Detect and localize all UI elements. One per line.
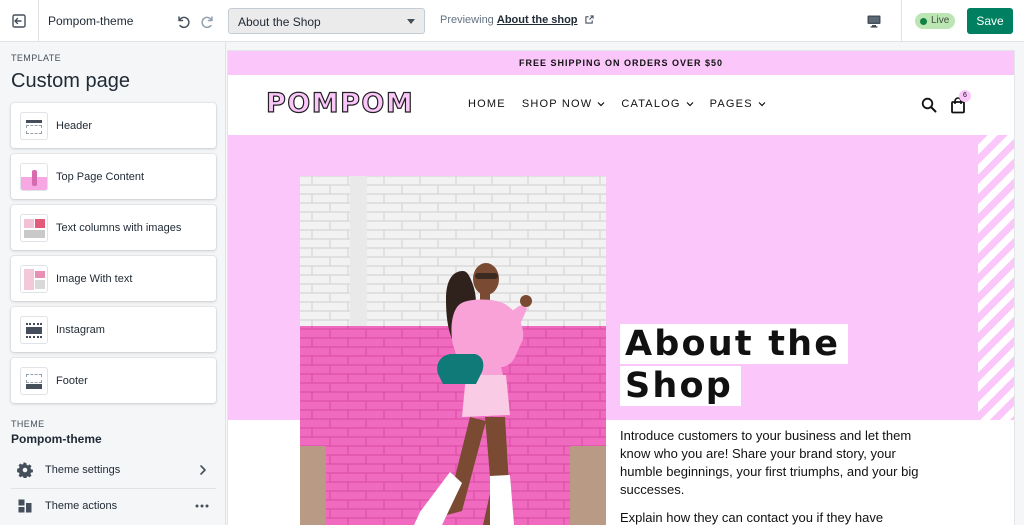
external-link-icon[interactable] <box>584 15 594 24</box>
footer-layout-icon <box>20 366 48 395</box>
section-card-image-with-text[interactable]: Image With text <box>11 256 216 301</box>
preview-prefix: Previewing <box>440 14 494 26</box>
theme-settings-row[interactable]: Theme settings <box>11 454 216 486</box>
theme-actions-row[interactable]: Theme actions <box>11 490 216 522</box>
header-layout-icon <box>20 111 48 140</box>
section-card-footer[interactable]: Footer <box>11 358 216 403</box>
exit-icon <box>12 13 26 28</box>
woman-pink-wall-illustration <box>300 176 606 525</box>
gear-icon <box>17 462 33 478</box>
about-title-line1: About the <box>620 324 849 364</box>
about-title-line2: Shop <box>620 366 742 406</box>
chevron-down-icon <box>758 102 766 107</box>
more-horizontal-icon[interactable] <box>194 499 210 513</box>
nav-label: HOME <box>468 98 506 110</box>
page-title: Custom page <box>11 70 130 92</box>
nav-label: SHOP NOW <box>521 98 593 110</box>
section-card-label: Text columns with images <box>56 221 182 234</box>
section-card-label: Footer <box>56 374 88 387</box>
nav-item-catalog[interactable]: CATALOG <box>621 98 694 110</box>
preview-indicator: Previewing About the shop <box>440 14 594 26</box>
redo-icon <box>201 16 213 29</box>
theme-actions-icon <box>18 499 32 513</box>
status-dot-icon <box>920 17 927 25</box>
search-icon <box>921 97 937 113</box>
collage-thumbnail-icon <box>20 213 48 242</box>
sidebar-divider <box>11 488 216 489</box>
section-card-label: Instagram <box>56 323 105 336</box>
grid-layout-icon <box>20 315 48 344</box>
section-card-label: Top Page Content <box>56 170 145 183</box>
undo-button[interactable] <box>173 11 193 31</box>
chevron-down-icon <box>597 102 605 107</box>
chevron-right-icon <box>200 465 206 475</box>
store-logo[interactable]: POMPOM <box>265 87 414 119</box>
section-card-label: Image With text <box>56 272 133 285</box>
theme-settings-label: Theme settings <box>45 464 121 476</box>
nav-label: PAGES <box>709 98 753 110</box>
nav-item-shop-now[interactable]: SHOP NOW <box>522 98 606 110</box>
hero-stripes-decoration <box>978 135 1014 420</box>
redo-button[interactable] <box>198 11 218 31</box>
store-cart-button[interactable]: 6 <box>950 90 971 119</box>
section-card-label: Header <box>56 119 93 132</box>
nav-item-pages[interactable]: PAGES <box>710 98 766 110</box>
page-template-select-value: About the Shop <box>238 15 321 29</box>
store-header: POMPOM HOME SHOP NOW CATALOG PAGES 6 <box>228 75 1014 135</box>
storefront-preview: FREE SHIPPING ON ORDERS OVER $50 POMPOM … <box>228 51 1014 525</box>
live-status-badge: Live <box>915 13 956 29</box>
section-card-header[interactable]: Header <box>11 103 216 148</box>
desktop-view-button[interactable] <box>864 11 884 31</box>
store-search-button[interactable] <box>921 97 937 118</box>
section-card-instagram[interactable]: Instagram <box>11 307 216 352</box>
pink-photo-thumbnail-icon <box>20 162 48 191</box>
sidebar-theme-name: Pompom-theme <box>11 432 102 446</box>
live-status-label: Live <box>931 15 950 26</box>
page-template-select[interactable]: About the Shop <box>228 8 425 34</box>
announcement-bar: FREE SHIPPING ON ORDERS OVER $50 <box>228 51 1014 75</box>
nav-item-home[interactable]: HOME <box>468 98 506 110</box>
preview-page-link[interactable]: About the shop <box>497 14 578 26</box>
about-paragraph-1: Introduce customers to your business and… <box>620 428 919 497</box>
template-section-label: TEMPLATE <box>11 53 62 63</box>
image-text-thumbnail-icon <box>20 264 48 293</box>
about-hero: About the Shop Introduce customers to yo… <box>228 135 1014 525</box>
hero-photo <box>300 176 606 525</box>
exit-button[interactable] <box>0 0 39 41</box>
section-card-top-page-content[interactable]: Top Page Content <box>11 154 216 199</box>
editor-topbar: Pompom-theme About the Shop Previewing A… <box>0 0 1024 42</box>
store-nav: HOME SHOP NOW CATALOG PAGES <box>468 98 782 110</box>
theme-actions-label: Theme actions <box>45 500 118 512</box>
desktop-icon <box>867 15 881 28</box>
about-title: About the Shop <box>620 323 849 407</box>
cart-count-badge: 6 <box>959 90 971 102</box>
topbar-divider <box>901 0 902 41</box>
section-card-text-columns[interactable]: Text columns with images <box>11 205 216 250</box>
chevron-down-icon <box>407 19 415 24</box>
chevron-down-icon <box>686 102 694 107</box>
save-button[interactable]: Save <box>967 8 1013 34</box>
nav-label: CATALOG <box>621 98 681 110</box>
about-body: Introduce customers to your business and… <box>620 427 940 525</box>
editor-sidebar: TEMPLATE Custom page Header Top Page Con… <box>0 42 226 525</box>
about-paragraph-2: Explain how they can contact you if they… <box>620 510 884 525</box>
undo-icon <box>178 16 190 29</box>
theme-section-label: THEME <box>11 419 45 429</box>
theme-name: Pompom-theme <box>48 14 134 28</box>
